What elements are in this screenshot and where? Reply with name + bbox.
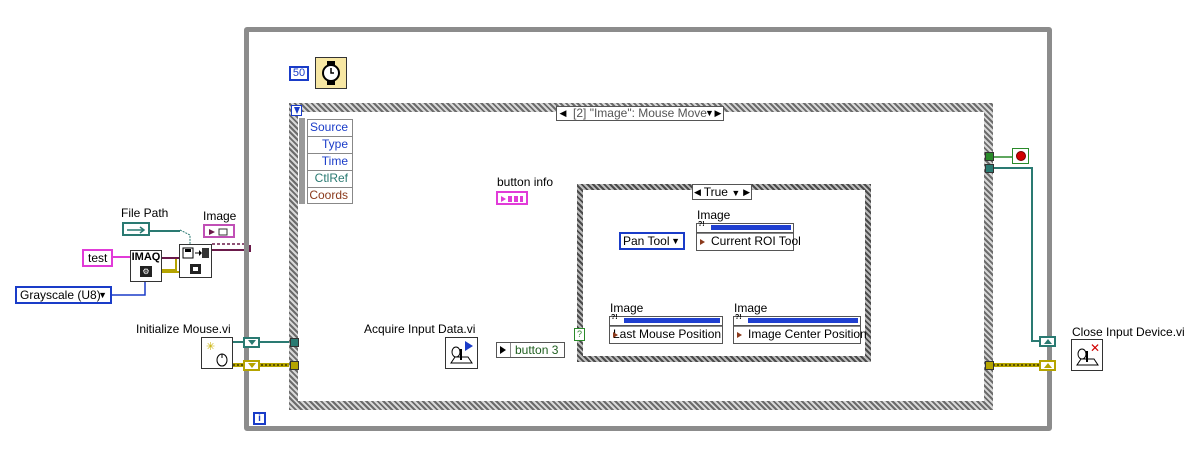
event-selector[interactable]: ◀ [2] "Image": Mouse Move ▼ ▶ bbox=[556, 106, 724, 121]
case-selector-label: True bbox=[703, 185, 728, 199]
mouse-property-item[interactable]: Last Mouse Position bbox=[610, 326, 722, 343]
image-icon bbox=[209, 228, 228, 236]
chevron-down-icon[interactable]: ▼ bbox=[98, 288, 107, 302]
string-constant[interactable]: test bbox=[82, 249, 114, 267]
close-input-label: Close Input Device.vi bbox=[1072, 325, 1185, 339]
initialize-mouse-label: Initialize Mouse.vi bbox=[136, 322, 231, 336]
watch-icon bbox=[322, 61, 340, 85]
event-tunnel-in-error bbox=[290, 361, 299, 370]
loop-iteration-terminal: i bbox=[253, 412, 266, 425]
event-timeout-icon bbox=[291, 105, 302, 116]
wait-constant[interactable]: 50 bbox=[289, 66, 309, 81]
file-path-label: File Path bbox=[121, 206, 169, 220]
path-icon bbox=[127, 226, 146, 234]
event-data-time[interactable]: Time bbox=[307, 153, 353, 170]
save-file-icon bbox=[182, 247, 209, 274]
event-data-node: Source Type Time CtlRef Coords bbox=[307, 119, 353, 204]
case-next-icon[interactable]: ▶ bbox=[743, 185, 750, 199]
imaq-create-node[interactable]: IMAQ ⚙ bbox=[130, 250, 162, 282]
grayscale-enum-constant[interactable]: Grayscale (U8) ▼ bbox=[15, 286, 112, 304]
button-info-indicator[interactable] bbox=[496, 191, 528, 205]
cluster-icon bbox=[501, 196, 523, 202]
mouse-init-icon: ✳ bbox=[206, 340, 228, 367]
error-shift-register-left bbox=[243, 360, 260, 371]
event-data-source[interactable]: Source bbox=[307, 119, 353, 136]
initialize-mouse-vi[interactable]: ✳ bbox=[201, 337, 233, 369]
file-path-control[interactable] bbox=[122, 222, 150, 236]
event-tunnel-out-stop bbox=[985, 152, 994, 161]
event-data-node-bar bbox=[299, 118, 305, 204]
event-selector-label: [2] "Image": Mouse Move bbox=[573, 106, 707, 120]
case-selector[interactable]: ◀ True ▼ ▶ bbox=[692, 184, 752, 200]
svg-text:✕: ✕ bbox=[1090, 341, 1100, 355]
create-icon: ⚙ bbox=[140, 266, 152, 277]
grayscale-value: Grayscale (U8) bbox=[20, 288, 101, 302]
imaq-text: IMAQ bbox=[131, 251, 161, 263]
event-list-icon[interactable]: ▼ bbox=[705, 108, 714, 119]
wait-ms-node[interactable] bbox=[315, 57, 347, 89]
joystick-icon bbox=[450, 341, 473, 364]
image-display-terminal[interactable] bbox=[203, 224, 235, 238]
acquire-input-data-vi[interactable] bbox=[445, 337, 478, 369]
roi-node-label: Image bbox=[697, 208, 731, 222]
image-label: Image bbox=[203, 209, 237, 223]
acquire-input-label: Acquire Input Data.vi bbox=[364, 322, 476, 336]
prev-event-icon[interactable]: ◀ bbox=[559, 108, 567, 119]
imaq-write-file-node[interactable] bbox=[179, 244, 212, 278]
device-ref-shift-register-left bbox=[243, 337, 260, 348]
roi-property-item[interactable]: Current ROI Tool bbox=[697, 233, 801, 250]
close-joystick-icon: ✕ bbox=[1076, 341, 1100, 366]
stop-button-terminal[interactable] bbox=[1012, 148, 1029, 164]
svg-text:✳: ✳ bbox=[206, 340, 215, 353]
center-node-label: Image bbox=[734, 301, 768, 315]
pan-tool-value: Pan Tool bbox=[623, 234, 670, 248]
mouse-node-label: Image bbox=[610, 301, 644, 315]
button-info-label: button info bbox=[497, 175, 554, 189]
error-shift-register-right bbox=[1039, 360, 1056, 371]
case-list-icon[interactable]: ▼ bbox=[731, 188, 740, 198]
unbundle-arrow-icon bbox=[500, 346, 506, 354]
roi-property-node[interactable]: Current ROI Tool bbox=[696, 221, 801, 251]
event-data-ctlref[interactable]: CtlRef bbox=[307, 170, 353, 187]
stop-icon bbox=[1015, 151, 1026, 161]
mouse-node-header bbox=[610, 314, 722, 326]
pan-tool-enum-constant[interactable]: Pan Tool ▼ bbox=[619, 232, 685, 250]
case-prev-icon[interactable]: ◀ bbox=[694, 185, 701, 199]
center-node-header bbox=[734, 314, 860, 326]
event-data-coords[interactable]: Coords bbox=[307, 187, 353, 204]
unbundle-by-name[interactable]: button 3 bbox=[496, 342, 565, 358]
center-property-item[interactable]: Image Center Position bbox=[734, 326, 867, 343]
close-input-device-vi[interactable]: ✕ bbox=[1071, 339, 1103, 371]
unbundle-item: button 3 bbox=[510, 343, 558, 357]
device-ref-shift-register-right bbox=[1039, 336, 1056, 347]
next-event-icon[interactable]: ▶ bbox=[714, 108, 722, 119]
event-tunnel-out-error bbox=[985, 361, 994, 370]
event-data-type[interactable]: Type bbox=[307, 136, 353, 153]
chevron-down-icon[interactable]: ▼ bbox=[671, 234, 680, 248]
roi-node-header bbox=[697, 221, 793, 233]
center-property-node[interactable]: Image Center Position bbox=[733, 314, 867, 344]
mouse-property-node[interactable]: Last Mouse Position bbox=[609, 314, 723, 344]
event-tunnel-out-ref bbox=[985, 164, 994, 173]
event-tunnel-in-ref bbox=[290, 338, 299, 347]
wait-value: 50 bbox=[292, 67, 306, 79]
case-selector-terminal: ? bbox=[574, 328, 585, 341]
